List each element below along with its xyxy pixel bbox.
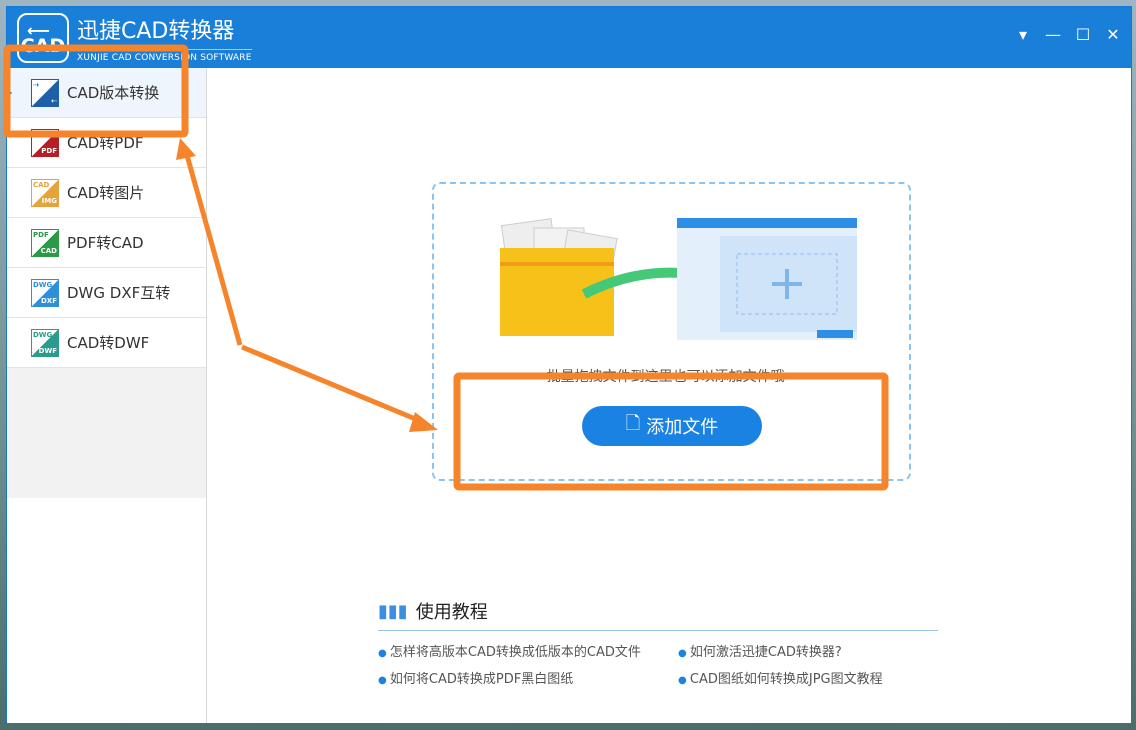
sidebar-item-3[interactable]: PDFCAD PDF转CAD <box>7 218 206 268</box>
conversion-icon: CADPDF <box>31 129 59 157</box>
conversion-icon: DWGDWF <box>31 329 59 357</box>
tutorial-section: ▮▮▮ 使用教程 怎样将高版本CAD转换成低版本的CAD文件 如何激活迅捷CAD转… <box>378 598 938 687</box>
sidebar-item-1[interactable]: CADPDF CAD转PDF <box>7 118 206 168</box>
conversion-icon: CADIMG <box>31 179 59 207</box>
app-logo: ⟵CAD <box>17 13 69 63</box>
conversion-icon: DWGDXF <box>31 279 59 307</box>
sidebar-item-label: CAD转图片 <box>67 182 144 203</box>
sidebar-item-5[interactable]: DWGDWF CAD转DWF <box>7 318 206 368</box>
app-subtitle: XUNJIE CAD CONVERSION SOFTWARE <box>77 49 252 63</box>
add-file-button[interactable]: 🗋添加文件 <box>582 406 762 446</box>
sidebar-item-2[interactable]: CADIMG CAD转图片 <box>7 168 206 218</box>
app-window: ⟵CAD 迅捷CAD转换器 XUNJIE CAD CONVERSION SOFT… <box>6 6 1132 724</box>
arrow-icon: ⟵ <box>27 21 50 40</box>
sidebar-item-label: DWG DXF互转 <box>67 282 170 303</box>
drag-illustration-icon <box>434 184 913 364</box>
main-panel: 批量拖拽文件到这里也可以添加文件哦~ 🗋添加文件 ▮▮▮ 使用教程 怎样将高版本C… <box>208 68 1131 723</box>
tutorial-title: 使用教程 <box>416 598 488 624</box>
tutorial-link[interactable]: 如何将CAD转换成PDF黑白图纸 <box>378 668 678 687</box>
drop-zone[interactable]: 批量拖拽文件到这里也可以添加文件哦~ 🗋添加文件 <box>432 182 911 481</box>
tutorial-link[interactable]: 如何激活迅捷CAD转换器? <box>678 641 938 660</box>
menu-button[interactable]: ▾ <box>1015 25 1031 44</box>
close-button[interactable]: ✕ <box>1105 25 1121 44</box>
sidebar-item-4[interactable]: DWGDXF DWG DXF互转 <box>7 268 206 318</box>
file-plus-icon: 🗋 <box>626 411 640 441</box>
tutorial-link[interactable]: CAD图纸如何转换成JPG图文教程 <box>678 668 938 687</box>
sidebar-item-label: CAD版本转换 <box>67 82 159 103</box>
minimize-button[interactable]: — <box>1045 25 1061 44</box>
app-title: 迅捷CAD转换器 <box>77 13 234 45</box>
sidebar-item-label: CAD转DWF <box>67 332 149 353</box>
maximize-button[interactable]: ☐ <box>1075 25 1091 44</box>
conversion-icon: PDFCAD <box>31 229 59 257</box>
sidebar-item-0[interactable]: ⇢⇠ CAD版本转换 <box>7 68 206 118</box>
conversion-icon: ⇢⇠ <box>31 79 59 107</box>
sidebar-item-label: PDF转CAD <box>67 232 144 253</box>
books-icon: ▮▮▮ <box>378 601 408 622</box>
sidebar: ⇢⇠ CAD版本转换 CADPDF CAD转PDF CADIMG CAD转图片 PDFCAD… <box>7 68 207 723</box>
sidebar-item-label: CAD转PDF <box>67 132 144 153</box>
title-bar: ⟵CAD 迅捷CAD转换器 XUNJIE CAD CONVERSION SOFT… <box>7 7 1131 68</box>
tutorial-link[interactable]: 怎样将高版本CAD转换成低版本的CAD文件 <box>378 641 678 660</box>
drop-hint: 批量拖拽文件到这里也可以添加文件哦~ <box>434 366 909 386</box>
